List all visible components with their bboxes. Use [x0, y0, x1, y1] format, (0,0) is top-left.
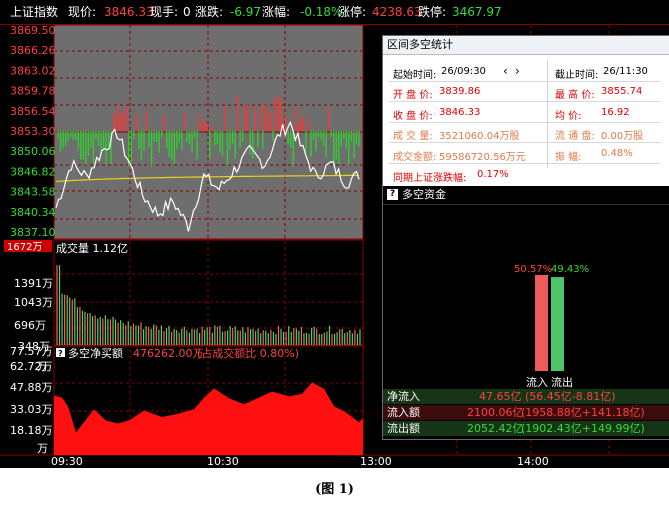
- avg-label: 均 价:: [555, 111, 582, 122]
- amp-label: 振 幅:: [555, 152, 582, 163]
- price-tick: 3866.26: [10, 44, 56, 57]
- price-tick: 3863.02: [10, 64, 56, 77]
- panel-title[interactable]: 区间多空统计: [383, 36, 669, 55]
- inflow-amount-label: 流入额: [387, 406, 420, 419]
- price-tick: 3859.78: [10, 85, 56, 98]
- limit-up-value: 4238.63: [372, 5, 422, 19]
- price-tick: 3846.82: [10, 165, 56, 178]
- figure-caption: (图 1): [315, 482, 354, 497]
- same-period-label: 同期上证涨跌幅:: [393, 173, 467, 184]
- index-name[interactable]: 上证指数: [10, 0, 58, 24]
- price-tick: 3837.10: [10, 226, 56, 239]
- price-label: 现价:: [68, 5, 97, 19]
- limit-down-label: 跌停:: [418, 5, 447, 19]
- money-tick: 62.72万: [10, 360, 53, 373]
- amp-value: 0.48%: [601, 148, 633, 159]
- net-inflow-row: 净流入 47.65亿 (56.45亿-8.81亿): [383, 389, 669, 404]
- volume-tick: 696万: [14, 319, 46, 332]
- inflow-amount-value: 2100.06亿: [467, 406, 524, 419]
- quote-header-bar: 上证指数 现价: 3846.33 现手: 0 涨跌: -6.97 涨幅: -0.…: [0, 0, 669, 25]
- range-stats-panel[interactable]: 区间多空统计 起始时间: 26/09:30 ‹ › 截止时间: 26/11:30…: [382, 35, 669, 440]
- money-ratio: (占成交额比 0.80%): [197, 346, 299, 360]
- float-value: 0.00万股: [601, 131, 644, 142]
- money-tick: 万: [37, 442, 48, 455]
- time-tick: 13:00: [360, 455, 392, 468]
- money-label: 多空净买额: [68, 346, 123, 360]
- volume-axis: 1391万1043万696万348万万: [14, 277, 53, 373]
- limit-down-value: 3467.97: [452, 5, 502, 19]
- net-inflow-label: 净流入: [387, 390, 420, 403]
- inflow-label: 流入: [526, 375, 548, 389]
- money-value: 476262.00万: [133, 347, 204, 360]
- limit-up-label: 涨停:: [338, 5, 367, 19]
- money-tick: 47.88万: [10, 381, 53, 394]
- high-value: 3855.74: [601, 86, 643, 97]
- inflow-amount-detail: (1958.88亿+141.18亿): [521, 406, 645, 419]
- money-tick: 77.57万: [10, 345, 53, 358]
- price-value: 3846.33: [104, 5, 154, 19]
- vol-label: 成 交 量:: [393, 131, 433, 142]
- inflow-row: 流入额 2100.06亿 (1958.88亿+141.18亿): [383, 405, 669, 420]
- volume-top-tick: 1672万: [7, 242, 42, 253]
- amount-value: 59586720.56万元: [439, 152, 526, 163]
- start-label: 起始时间:: [393, 70, 437, 81]
- same-period-value: 0.17%: [477, 169, 509, 180]
- close-label: 收 盘 价:: [393, 111, 433, 122]
- time-tick: 09:30: [51, 455, 83, 468]
- open-value: 3839.86: [439, 86, 481, 97]
- outflow-amount-label: 流出额: [387, 422, 420, 435]
- change-pct-label: 涨幅:: [262, 5, 291, 19]
- price-tick: 3850.06: [10, 145, 56, 158]
- money-axis: 77.57万 62.72万 47.88万 33.03万 18.18万万: [10, 345, 53, 455]
- price-tick: 3840.34: [10, 206, 56, 219]
- net-inflow-detail: (56.45亿-8.81亿): [525, 390, 616, 403]
- avg-value: 16.92: [601, 107, 630, 118]
- chevron-right-icon[interactable]: ›: [515, 64, 520, 78]
- open-label: 开 盘 价:: [393, 90, 433, 101]
- price-tick: 3869.50: [10, 25, 56, 37]
- net-inflow-value: 47.65亿: [479, 390, 522, 403]
- stock-terminal-window: 上证指数 现价: 3846.33 现手: 0 涨跌: -6.97 涨幅: -0.…: [0, 0, 669, 468]
- hand-label: 现手:: [150, 5, 179, 19]
- price-tick: 3843.58: [10, 186, 56, 199]
- float-label: 流 通 盘:: [555, 131, 595, 142]
- end-time: 26/11:30: [603, 66, 648, 77]
- outflow-label: 流出: [551, 375, 573, 389]
- outflow-bar: [551, 277, 564, 371]
- amount-label: 成交金额:: [393, 152, 437, 163]
- close-value: 3846.33: [439, 107, 481, 118]
- high-label: 最 高 价:: [555, 90, 595, 101]
- vol-value: 3521060.04万股: [439, 131, 520, 142]
- price-tick: 3856.54: [10, 105, 56, 118]
- volume-tick: 1391万: [14, 277, 53, 290]
- price-tick: 3853.30: [10, 125, 56, 138]
- outflow-pct: 49.43%: [551, 264, 589, 275]
- chevron-left-icon[interactable]: ‹: [503, 64, 508, 78]
- change-label: 涨跌:: [195, 5, 224, 19]
- price-axis: 3869.50 3866.26 3863.02 3859.78 3856.54 3853.…: [10, 25, 56, 239]
- money-tick: 18.18万: [10, 424, 53, 437]
- volume-tick: 1043万: [14, 296, 53, 309]
- svg-text:?: ?: [58, 349, 63, 358]
- money-tick: 33.03万: [10, 403, 53, 416]
- change-pct-value: -0.18%: [300, 5, 343, 19]
- time-tick: 14:00: [517, 455, 549, 468]
- start-time: 26/09:30: [441, 66, 486, 77]
- end-label: 截止时间:: [555, 70, 599, 81]
- outflow-amount-value: 2052.42亿: [467, 422, 524, 435]
- inflow-pct: 50.57%: [514, 264, 552, 275]
- inflow-bar: [535, 274, 548, 371]
- outflow-row: 流出额 2052.42亿 (1902.43亿+149.99亿): [383, 421, 669, 436]
- change-value: -6.97: [230, 5, 262, 19]
- hand-value: 0: [183, 5, 191, 19]
- outflow-amount-detail: (1902.43亿+149.99亿): [521, 422, 645, 435]
- time-tick: 10:30: [207, 455, 239, 468]
- time-axis: 09:30 10:30 13:00 14:00: [51, 455, 549, 468]
- volume-label: 成交量 1.12亿: [56, 241, 128, 255]
- fund-flow-panel: ? 多空资金 50.57% 49.43% 流入 流出 净流入 47.65亿 (5…: [383, 186, 669, 439]
